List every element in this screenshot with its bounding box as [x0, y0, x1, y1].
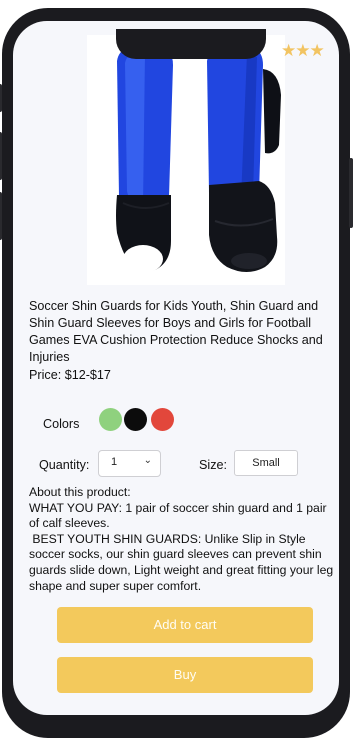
volume-up-button: [0, 132, 2, 180]
about-line-what-you-pay: WHAT YOU PAY: 1 pair of soccer shin guar…: [29, 500, 327, 531]
product-image: [87, 35, 285, 285]
chevron-down-icon: ⌄: [143, 455, 152, 466]
phone-frame: ★★★ Soccer Shin Guards for Kids Youth, S…: [0, 8, 353, 738]
notch: [116, 29, 266, 59]
add-to-cart-button[interactable]: Add to cart: [57, 607, 313, 643]
product-price: Price: $12-$17: [29, 368, 111, 382]
about-heading: About this product:: [29, 485, 131, 499]
quantity-value: 1: [111, 456, 118, 468]
rating-stars: ★★★: [281, 41, 325, 60]
size-label: Size:: [199, 458, 227, 472]
buy-button[interactable]: Buy: [57, 657, 313, 693]
size-field[interactable]: Small: [234, 450, 298, 476]
quantity-label: Quantity:: [39, 458, 90, 472]
color-swatch-black[interactable]: [124, 408, 147, 431]
colors-label: Colors: [43, 417, 80, 431]
about-line-best-youth: BEST YOUTH SHIN GUARDS: Unlike Slip in S…: [29, 531, 337, 593]
silent-switch: [0, 84, 2, 112]
color-swatch-green[interactable]: [99, 408, 122, 431]
product-description: About this product: WHAT YOU PAY: 1 pair…: [29, 485, 334, 594]
volume-down-button: [0, 192, 2, 240]
color-swatch-red[interactable]: [151, 408, 174, 431]
power-button: [349, 158, 353, 228]
quantity-select[interactable]: 1 ⌄: [98, 450, 161, 477]
screen: ★★★ Soccer Shin Guards for Kids Youth, S…: [13, 21, 339, 715]
shin-guards-photo-icon: [116, 45, 281, 273]
product-title: Soccer Shin Guards for Kids Youth, Shin …: [29, 299, 323, 364]
